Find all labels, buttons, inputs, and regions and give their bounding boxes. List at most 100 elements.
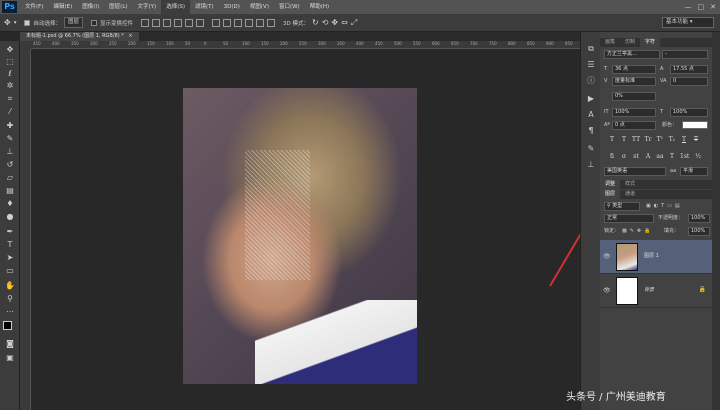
- underline-button[interactable]: T: [680, 136, 688, 144]
- fractions-button[interactable]: ½: [694, 153, 702, 161]
- layer-name[interactable]: 背景: [644, 286, 654, 293]
- clone-panel-icon[interactable]: ⊥: [585, 160, 597, 170]
- move-tool-icon[interactable]: ✥: [4, 45, 16, 54]
- gradient-tool-icon[interactable]: ▤: [4, 186, 16, 195]
- brush-tool-icon[interactable]: ✎: [4, 134, 16, 143]
- quick-mask-icon[interactable]: ◙: [4, 339, 16, 348]
- menu-type[interactable]: 文字(Y): [133, 0, 162, 14]
- distribute-top-icon[interactable]: [212, 18, 221, 27]
- info-panel-icon[interactable]: ⓘ: [585, 76, 597, 86]
- vertical-ruler[interactable]: [20, 49, 31, 410]
- opacity-field[interactable]: 100%: [688, 214, 710, 223]
- maximize-button[interactable]: □: [698, 0, 705, 14]
- horizontal-ruler[interactable]: 450 400 350 300 250 200 150 100 50 0 50 100 150 200 25…: [31, 41, 580, 49]
- align-top-icon[interactable]: [141, 18, 150, 27]
- small-caps-button[interactable]: Tr: [644, 136, 652, 144]
- history-brush-tool-icon[interactable]: ↺: [4, 160, 16, 169]
- language-select[interactable]: 美国英语: [604, 167, 666, 176]
- document-tab[interactable]: 未标题-1.psd @ 66.7% (图层 1, RGB/8) * ×: [20, 32, 139, 41]
- more-tools-icon[interactable]: ⋯: [4, 307, 16, 316]
- menu-filter[interactable]: 滤镜(T): [190, 0, 219, 14]
- layer-row-layer1[interactable]: 👁 图层 1: [600, 240, 712, 274]
- 3d-slide-icon[interactable]: ⇔: [341, 18, 348, 27]
- antialias-select[interactable]: 平滑: [680, 167, 708, 176]
- font-style-select[interactable]: -: [662, 50, 708, 59]
- distribute-bottom-icon[interactable]: [234, 18, 243, 27]
- zoom-tool-icon[interactable]: ⚲: [4, 294, 16, 303]
- close-button[interactable]: ✕: [710, 0, 716, 14]
- path-select-tool-icon[interactable]: ➤: [4, 253, 16, 262]
- menu-window[interactable]: 窗口(W): [274, 0, 305, 14]
- minimize-button[interactable]: —: [685, 0, 692, 14]
- menu-edit[interactable]: 编辑(E): [48, 0, 77, 14]
- ordinals-button[interactable]: 1st: [680, 153, 689, 161]
- font-family-select[interactable]: 方正兰亭黑...: [604, 50, 660, 59]
- ligature-button[interactable]: fi: [608, 153, 616, 161]
- tab-channels[interactable]: 通道: [620, 190, 640, 199]
- tab-styles[interactable]: 样式: [620, 180, 640, 189]
- align-bottom-icon[interactable]: [163, 18, 172, 27]
- align-right-icon[interactable]: [196, 18, 205, 27]
- faux-bold-button[interactable]: T: [608, 136, 616, 144]
- move-tool-icon[interactable]: ✥: [4, 18, 11, 27]
- healing-tool-icon[interactable]: ✚: [4, 121, 16, 130]
- lasso-tool-icon[interactable]: ℓ: [4, 69, 16, 78]
- paragraph-panel-icon[interactable]: ¶: [585, 126, 597, 136]
- menu-help[interactable]: 帮助(H): [305, 0, 334, 14]
- distribute-right-icon[interactable]: [267, 18, 276, 27]
- brush-panel-icon[interactable]: ✎: [585, 144, 597, 154]
- character-panel-icon[interactable]: A: [585, 110, 597, 120]
- magic-wand-tool-icon[interactable]: ✲: [4, 81, 16, 90]
- align-vcenter-icon[interactable]: [152, 18, 161, 27]
- auto-select-dropdown[interactable]: 图层: [63, 17, 83, 28]
- blend-mode-select[interactable]: 正常: [604, 214, 654, 223]
- vertical-scale-field[interactable]: 100%: [612, 108, 656, 117]
- foreground-color-swatch[interactable]: [3, 321, 12, 330]
- tab-clone[interactable]: 仿制: [620, 38, 640, 47]
- superscript-button[interactable]: T¹: [656, 136, 664, 144]
- fill-field[interactable]: 100%: [688, 227, 710, 236]
- dodge-tool-icon[interactable]: ●: [4, 212, 16, 221]
- panel-scrollbar[interactable]: [712, 32, 720, 410]
- eyedropper-tool-icon[interactable]: ⁄: [4, 107, 16, 116]
- menu-select[interactable]: 选择(S): [161, 0, 190, 14]
- crop-tool-icon[interactable]: ⌗: [4, 94, 16, 103]
- menu-layer[interactable]: 图层(L): [104, 0, 132, 14]
- eye-icon[interactable]: 👁: [603, 253, 611, 260]
- tracking-field[interactable]: 0: [670, 77, 708, 86]
- hand-tool-icon[interactable]: ✋: [4, 281, 16, 290]
- auto-select-checkbox[interactable]: [24, 19, 31, 26]
- type-tool-icon[interactable]: T: [4, 240, 16, 249]
- kerning-field[interactable]: 度量标准: [612, 77, 656, 86]
- 3d-pan-icon[interactable]: ✥: [331, 18, 338, 27]
- close-icon[interactable]: ×: [128, 33, 132, 39]
- all-caps-button[interactable]: TT: [632, 136, 640, 144]
- lock-icons[interactable]: ▩✎✥🔒: [622, 227, 653, 235]
- distribute-vcenter-icon[interactable]: [223, 18, 232, 27]
- menu-file[interactable]: 文件(F): [20, 0, 48, 14]
- tab-layers[interactable]: 图层: [600, 190, 621, 199]
- tab-brush[interactable]: 画笔: [600, 38, 620, 47]
- faux-italic-button[interactable]: T: [620, 136, 628, 144]
- shape-tool-icon[interactable]: ▭: [4, 266, 16, 275]
- menu-3d[interactable]: 3D(D): [219, 0, 245, 14]
- layer-filter-select[interactable]: ⚲ 类型: [604, 202, 640, 211]
- history-panel-icon[interactable]: ⧉: [585, 44, 597, 54]
- layer-filter-icons[interactable]: ▣◐T▭▤: [646, 202, 683, 210]
- text-color-swatch[interactable]: [682, 121, 708, 129]
- tab-character[interactable]: 字符: [640, 38, 661, 47]
- 3d-scale-icon[interactable]: ⤢: [351, 18, 357, 28]
- subscript-button[interactable]: T₁: [668, 136, 676, 144]
- align-left-icon[interactable]: [174, 18, 183, 27]
- menu-view[interactable]: 视图(V): [245, 0, 274, 14]
- 3d-rotate-icon[interactable]: ↻: [312, 18, 319, 27]
- tab-adjustments[interactable]: 调整: [600, 180, 621, 189]
- chevron-down-icon[interactable]: ▾: [14, 20, 17, 26]
- actions-panel-icon[interactable]: ▶: [585, 94, 597, 104]
- layer-row-background[interactable]: 👁 背景 🔒: [600, 274, 712, 308]
- show-transform-checkbox[interactable]: [91, 19, 97, 26]
- align-hcenter-icon[interactable]: [185, 18, 194, 27]
- stylistic-alternates-button[interactable]: A: [644, 153, 652, 161]
- ornaments-button[interactable]: T: [668, 153, 676, 161]
- layer-name[interactable]: 图层 1: [644, 252, 659, 259]
